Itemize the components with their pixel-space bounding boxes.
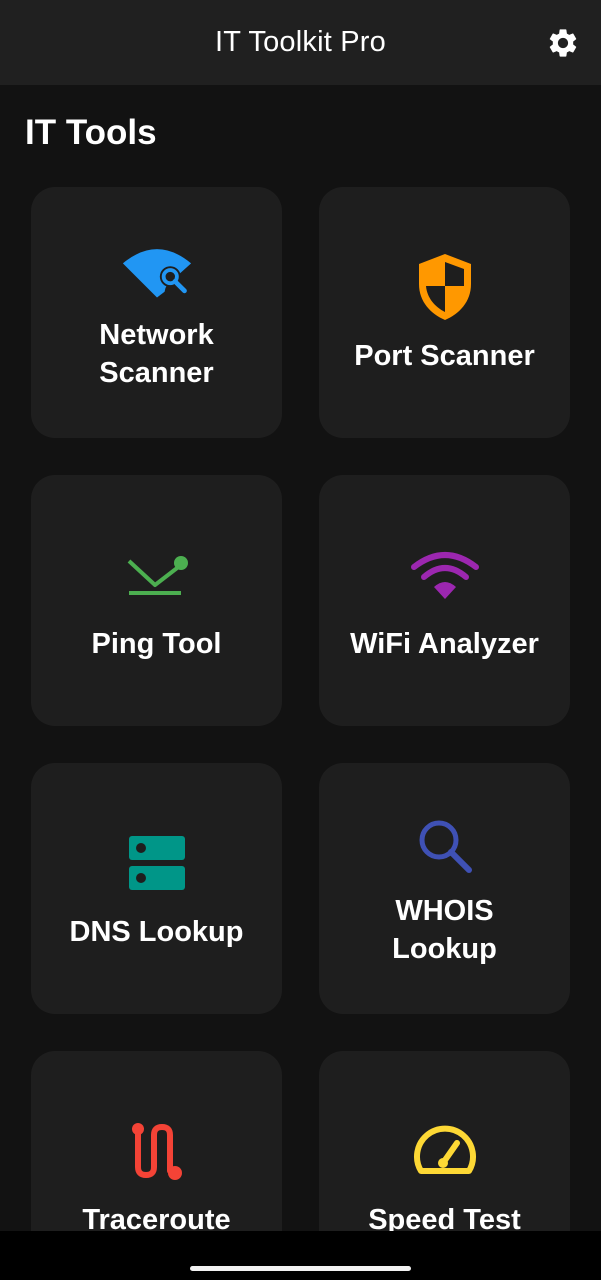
- dns-server-icon: [121, 827, 193, 899]
- tool-card-speed-test[interactable]: Speed Test: [319, 1051, 570, 1231]
- section-title: IT Tools: [25, 113, 157, 152]
- gear-icon: [549, 29, 577, 57]
- tool-label: WHOIS Lookup: [392, 894, 497, 965]
- tool-card-whois-lookup[interactable]: WHOIS Lookup: [319, 763, 570, 1014]
- settings-button[interactable]: [542, 22, 584, 64]
- tool-label: DNS Lookup: [69, 915, 244, 948]
- app-title: IT Toolkit Pro: [215, 26, 386, 58]
- speedometer-icon: [409, 1115, 481, 1187]
- wifi-icon: [409, 539, 481, 611]
- tool-label: Speed Test: [368, 1203, 521, 1232]
- route-icon: [121, 1115, 193, 1187]
- home-indicator[interactable]: [190, 1266, 411, 1271]
- tool-label: Traceroute: [82, 1203, 231, 1232]
- tool-card-wifi-analyzer[interactable]: WiFi Analyzer: [319, 475, 570, 726]
- tool-card-port-scanner[interactable]: Port Scanner: [319, 187, 570, 438]
- tool-label: WiFi Analyzer: [350, 627, 539, 660]
- tool-card-traceroute[interactable]: Traceroute: [31, 1051, 282, 1231]
- shield-icon: [409, 251, 481, 323]
- tool-card-ping-tool[interactable]: Ping Tool: [31, 475, 282, 726]
- tool-label: Network Scanner: [99, 318, 214, 389]
- magnifier-icon: [409, 810, 481, 882]
- tool-label: Port Scanner: [354, 339, 535, 372]
- tool-card-dns-lookup[interactable]: DNS Lookup: [31, 763, 282, 1014]
- ping-icon: [121, 539, 193, 611]
- app-bar: IT Toolkit Pro: [0, 0, 601, 85]
- wifi-search-icon: [121, 234, 193, 306]
- tools-content: IT Tools Network Scanner Port Scanner Pi…: [0, 85, 601, 1231]
- tool-label: Ping Tool: [91, 627, 222, 660]
- system-nav-bar: [0, 1231, 601, 1280]
- tool-card-network-scanner[interactable]: Network Scanner: [31, 187, 282, 438]
